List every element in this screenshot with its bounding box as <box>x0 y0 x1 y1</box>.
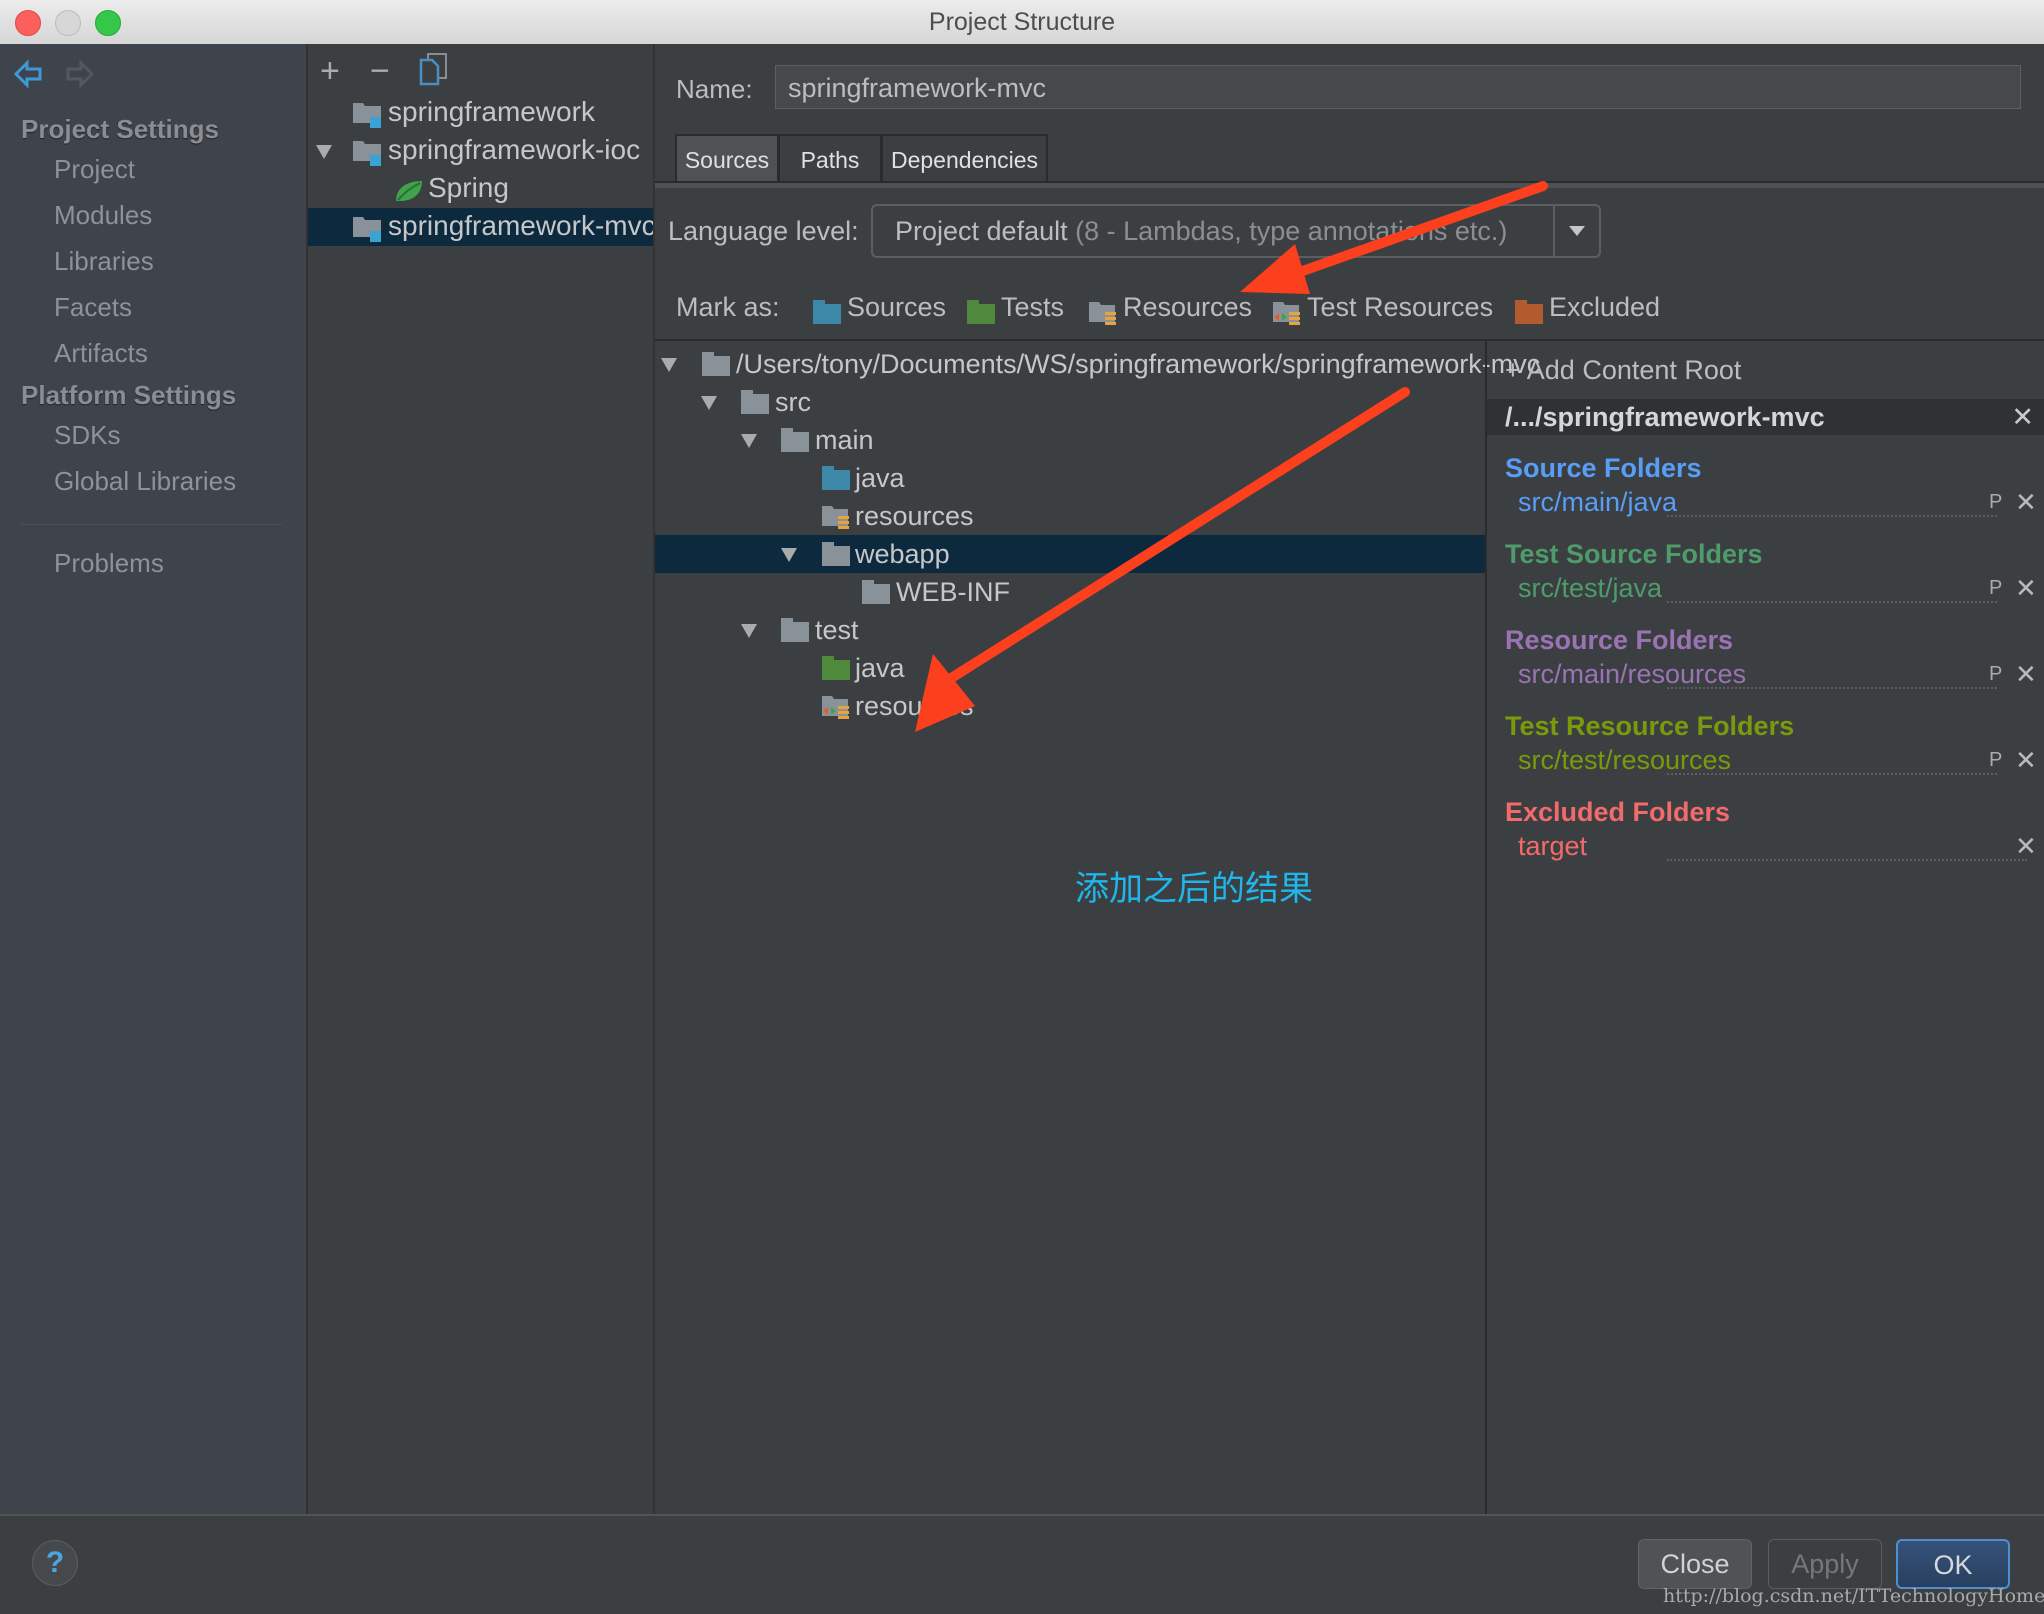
apply-button[interactable]: Apply <box>1768 1539 1882 1589</box>
back-arrow-icon[interactable] <box>14 59 44 89</box>
watermark-text: http://blog.csdn.net/ITTechnologyHome <box>1663 1585 2044 1607</box>
settings-sidebar: Project Settings Project Modules Librari… <box>0 44 308 1514</box>
module-label: springframework-ioc <box>388 134 641 165</box>
module-folder-icon <box>353 101 381 128</box>
annotation-arrows <box>915 181 1548 732</box>
module-folder-icon <box>353 215 381 242</box>
spring-leaf-icon <box>394 179 424 203</box>
facet-item-spring[interactable]: Spring <box>308 170 653 208</box>
sidebar-item-modules[interactable]: Modules <box>54 200 152 231</box>
sidebar-item-facets[interactable]: Facets <box>54 292 132 323</box>
section-platform-settings: Platform Settings <box>21 380 237 410</box>
sidebar-item-problems[interactable]: Problems <box>54 548 164 579</box>
module-item-springframework-ioc[interactable]: springframework-ioc <box>308 132 653 170</box>
sidebar-item-project[interactable]: Project <box>54 154 135 185</box>
sidebar-item-artifacts[interactable]: Artifacts <box>54 338 148 369</box>
module-item-springframework-mvc[interactable]: springframework-mvc <box>308 208 653 246</box>
module-settings-panel: Name: springframework-mvc Sources Paths … <box>655 44 2044 1516</box>
module-list-panel: + − springframework springframework-ioc … <box>308 44 655 1514</box>
sidebar-item-global-libraries[interactable]: Global Libraries <box>54 466 236 497</box>
dialog-footer: ? Close Apply OK http://blog.csdn.net/IT… <box>0 1514 2044 1614</box>
title-bar: Project Structure <box>0 0 2044 45</box>
sidebar-divider <box>20 524 282 525</box>
expand-triangle-icon[interactable] <box>316 145 332 159</box>
ok-button[interactable]: OK <box>1896 1539 2010 1589</box>
add-module-button[interactable]: + <box>320 52 340 91</box>
arrow-to-resources <box>1240 181 1548 294</box>
window-title: Project Structure <box>928 8 1116 36</box>
sidebar-item-libraries[interactable]: Libraries <box>54 246 154 277</box>
copy-module-icon[interactable] <box>418 52 450 86</box>
module-label: springframework-mvc <box>388 210 653 241</box>
section-project-settings: Project Settings <box>21 114 219 144</box>
help-button[interactable]: ? <box>32 1540 78 1586</box>
arrow-to-test-resources <box>915 387 1410 732</box>
facet-label: Spring <box>428 172 509 203</box>
module-item-springframework[interactable]: springframework <box>308 94 653 132</box>
module-label: springframework <box>388 96 595 127</box>
forward-arrow-icon[interactable] <box>64 59 94 89</box>
remove-module-button[interactable]: − <box>370 52 390 91</box>
close-button[interactable]: Close <box>1638 1539 1752 1589</box>
module-folder-icon <box>353 139 381 166</box>
sidebar-item-sdks[interactable]: SDKs <box>54 420 120 451</box>
